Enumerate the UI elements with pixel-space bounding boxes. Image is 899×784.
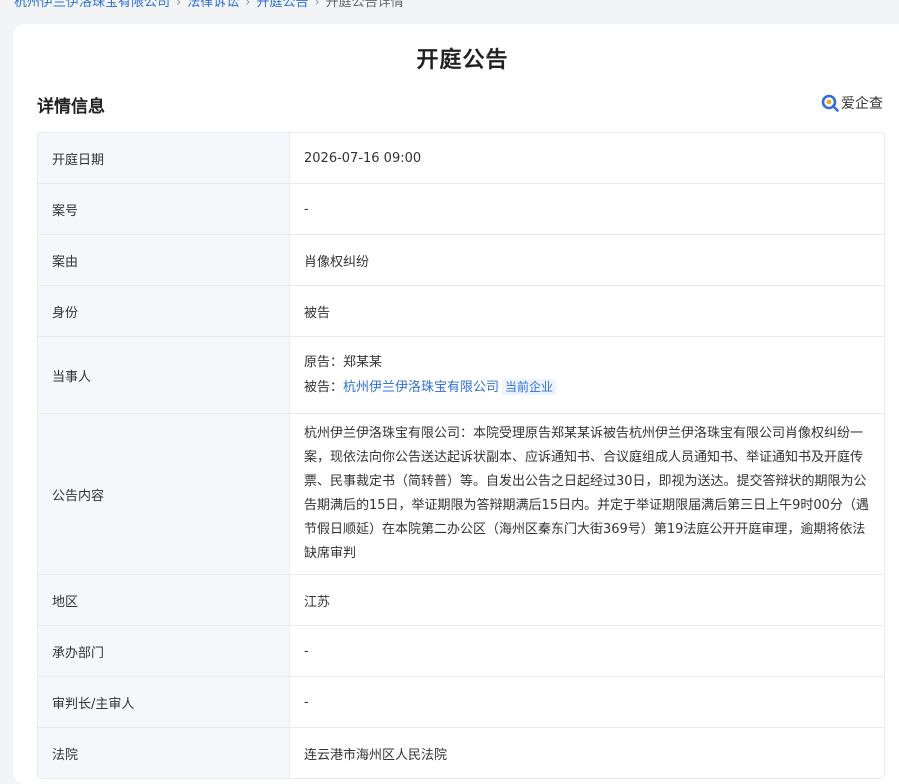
row-label-date: 开庭日期 — [38, 133, 290, 183]
row-value-case-no: - — [304, 201, 309, 217]
row-label-court: 法院 — [38, 728, 290, 778]
breadcrumb-item-notice[interactable]: 开庭公告 — [256, 0, 308, 10]
page-title: 开庭公告 — [416, 48, 509, 73]
table-row: 开庭日期 2026-07-16 09:00 — [38, 133, 884, 184]
row-label-parties: 当事人 — [38, 337, 290, 413]
plaintiff-line: 原告：郑某某 — [304, 351, 382, 375]
row-value-judge: - — [304, 694, 309, 710]
row-value-cause: 肖像权纠纷 — [304, 254, 370, 270]
table-row: 身份 被告 — [38, 286, 884, 337]
row-label-region: 地区 — [38, 575, 290, 625]
table-row: 承办部门 - — [38, 626, 884, 677]
plaintiff-name: 郑某某 — [343, 354, 383, 370]
current-company-badge: 当前企业 — [502, 378, 557, 395]
detail-card: 开庭公告 详情信息 爱企查 开庭日期 2026-07-16 09:00 案号 -… — [13, 24, 899, 784]
row-value-date: 2026-07-16 09:00 — [304, 150, 422, 166]
row-value-department: - — [304, 643, 309, 659]
search-logo-icon — [821, 94, 839, 112]
brand-logo[interactable]: 爱企查 — [821, 93, 883, 113]
section-title: 详情信息 — [37, 97, 105, 117]
defendant-line: 被告：杭州伊兰伊洛珠宝有限公司 当前企业 — [304, 375, 557, 400]
row-label-role: 身份 — [38, 286, 290, 336]
breadcrumb-item-lawsuit[interactable]: 法律诉讼 — [187, 0, 239, 10]
table-row: 当事人 原告：郑某某 被告：杭州伊兰伊洛珠宝有限公司 当前企业 — [38, 337, 884, 414]
table-row: 案由 肖像权纠纷 — [38, 235, 884, 286]
row-label-department: 承办部门 — [38, 626, 290, 676]
table-row: 地区 江苏 — [38, 575, 884, 626]
row-label-content: 公告内容 — [38, 414, 290, 574]
chevron-right-icon: › — [314, 0, 320, 10]
plaintiff-prefix: 原告： — [304, 354, 344, 370]
row-label-judge: 审判长/主审人 — [38, 677, 290, 727]
row-value-content: 杭州伊兰伊洛珠宝有限公司：本院受理原告郑某某诉被告杭州伊兰伊洛珠宝有限公司肖像权… — [290, 414, 884, 574]
chevron-right-icon: › — [245, 0, 251, 10]
row-label-cause: 案由 — [38, 235, 290, 285]
row-label-case-no: 案号 — [38, 184, 290, 234]
detail-table: 开庭日期 2026-07-16 09:00 案号 - 案由 肖像权纠纷 身份 被… — [37, 132, 885, 779]
table-row: 公告内容 杭州伊兰伊洛珠宝有限公司：本院受理原告郑某某诉被告杭州伊兰伊洛珠宝有限… — [38, 414, 884, 575]
defendant-prefix: 被告： — [304, 379, 344, 395]
table-row: 审判长/主审人 - — [38, 677, 884, 728]
row-value-role: 被告 — [304, 305, 331, 321]
table-row: 案号 - — [38, 184, 884, 235]
row-value-region: 江苏 — [304, 594, 331, 610]
breadcrumb-item-current: 开庭公告详情 — [325, 0, 404, 10]
table-row: 法院 连云港市海州区人民法院 — [38, 728, 884, 778]
row-value-court: 连云港市海州区人民法院 — [304, 747, 448, 763]
brand-name: 爱企查 — [841, 96, 883, 112]
breadcrumb: 杭州伊兰伊洛珠宝有限公司 › 法律诉讼 › 开庭公告 › 开庭公告详情 — [14, 0, 404, 10]
notice-content-text: 杭州伊兰伊洛珠宝有限公司：本院受理原告郑某某诉被告杭州伊兰伊洛珠宝有限公司肖像权… — [304, 426, 869, 561]
breadcrumb-item-company[interactable]: 杭州伊兰伊洛珠宝有限公司 — [14, 0, 170, 10]
row-value-parties: 原告：郑某某 被告：杭州伊兰伊洛珠宝有限公司 当前企业 — [290, 337, 884, 413]
defendant-company-link[interactable]: 杭州伊兰伊洛珠宝有限公司 — [343, 380, 499, 395]
chevron-right-icon: › — [176, 0, 182, 10]
